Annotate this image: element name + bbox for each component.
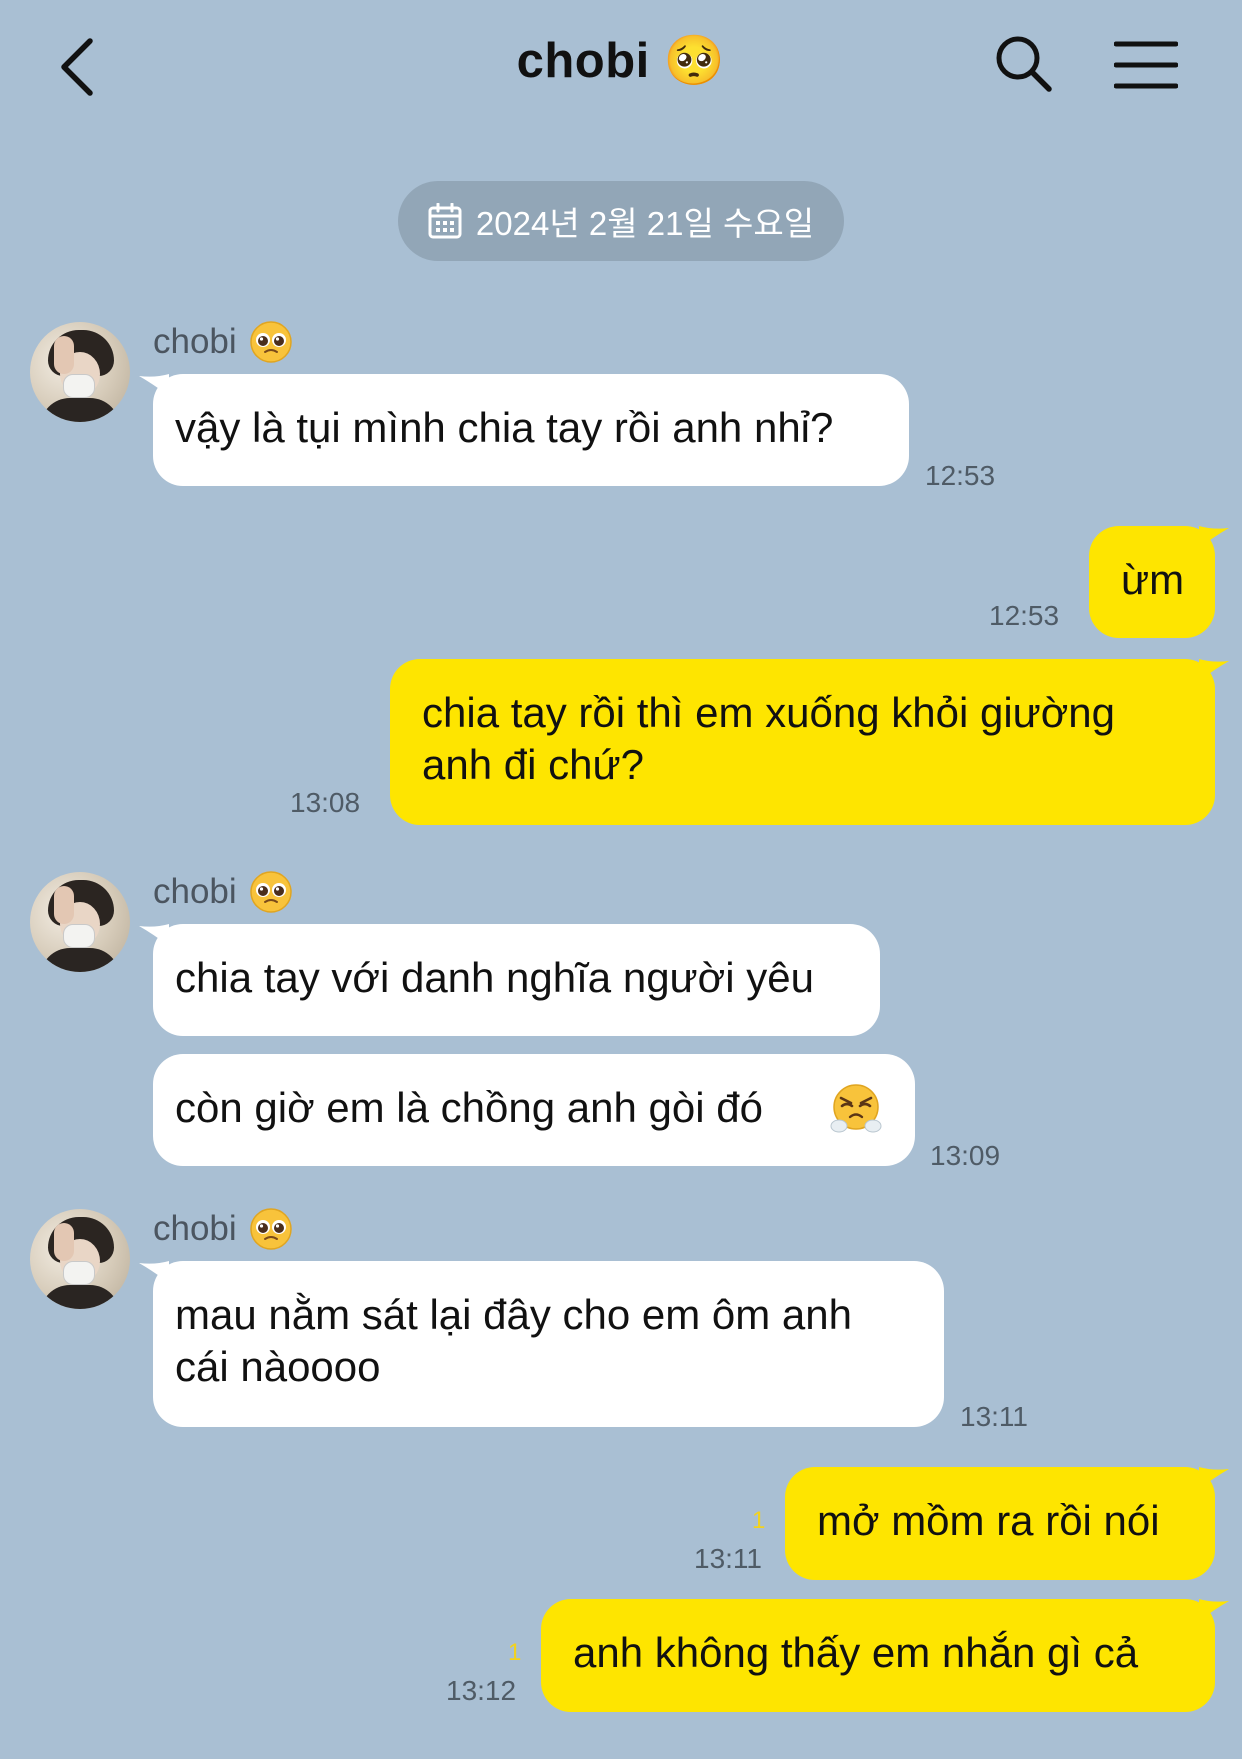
search-button[interactable]	[994, 34, 1054, 94]
sender-name: chobi	[153, 870, 293, 914]
message-text-line: cái nàoooo	[175, 1343, 381, 1390]
message-bubble-incoming[interactable]: mau nằm sát lại đây cho em ôm anh cái nà…	[139, 1261, 944, 1427]
message-time: 13:08	[290, 787, 361, 818]
message-bubble-incoming[interactable]: chia tay với danh nghĩa người yêu	[139, 924, 880, 1036]
message-text: ừm	[1121, 556, 1185, 603]
message-bubble-outgoing[interactable]: chia tay rồi thì em xuống khỏi giường an…	[390, 659, 1229, 825]
message-bubble-outgoing[interactable]: anh không thấy em nhắn gì cả	[541, 1599, 1229, 1712]
message-time: 13:11	[960, 1401, 1028, 1432]
message-time: 13:09	[930, 1140, 1001, 1171]
message-time: 12:53	[989, 600, 1060, 631]
pleading-face-emoji	[249, 320, 293, 364]
menu-icon	[1113, 41, 1179, 89]
message-text: còn giờ em là chồng anh gòi đó	[175, 1084, 763, 1131]
pleading-face-emoji	[249, 1207, 293, 1251]
huffing-face-emoji	[829, 1082, 883, 1136]
unread-count: 1	[752, 1507, 766, 1534]
avatar[interactable]	[30, 872, 130, 972]
unread-count: 1	[508, 1639, 522, 1666]
avatar[interactable]	[30, 1209, 130, 1309]
chat-title: chobi 🥺	[516, 34, 726, 88]
pleading-face-emoji	[249, 870, 293, 914]
message-text-line: anh đi chứ?	[422, 741, 644, 788]
message-text-line: mau nằm sát lại đây cho em ôm anh	[175, 1291, 853, 1338]
message-text: chia tay với danh nghĩa người yêu	[175, 954, 814, 1001]
date-divider: 2024년 2월 21일 수요일	[398, 181, 844, 261]
sender-name: chobi	[153, 1207, 293, 1251]
message-bubble-outgoing[interactable]: mở mồm ra rồi nói	[785, 1467, 1229, 1580]
message-bubble-incoming[interactable]: vậy là tụi mình chia tay rồi anh nhỉ?	[139, 374, 909, 486]
search-icon	[996, 36, 1052, 92]
message-text: anh không thấy em nhắn gì cả	[573, 1629, 1139, 1676]
message-text-line: chia tay rồi thì em xuống khỏi giường	[422, 689, 1116, 736]
message-time: 12:53	[925, 460, 996, 491]
calendar-icon	[428, 203, 462, 239]
message-text: mở mồm ra rồi nói	[817, 1497, 1160, 1544]
message-bubble-incoming[interactable]: còn giờ em là chồng anh gòi đó	[153, 1054, 915, 1166]
chat-header: chobi 🥺	[0, 0, 1242, 130]
message-time: 13:12	[446, 1675, 517, 1706]
date-divider-label: 2024년 2월 21일 수요일	[475, 205, 815, 242]
message-time: 13:11	[694, 1543, 762, 1574]
menu-button[interactable]	[1113, 40, 1179, 90]
sender-name: chobi	[153, 320, 293, 364]
avatar[interactable]	[30, 322, 130, 422]
message-bubble-outgoing[interactable]: ừm	[1089, 526, 1229, 638]
message-text: vậy là tụi mình chia tay rồi anh nhỉ?	[175, 404, 834, 451]
